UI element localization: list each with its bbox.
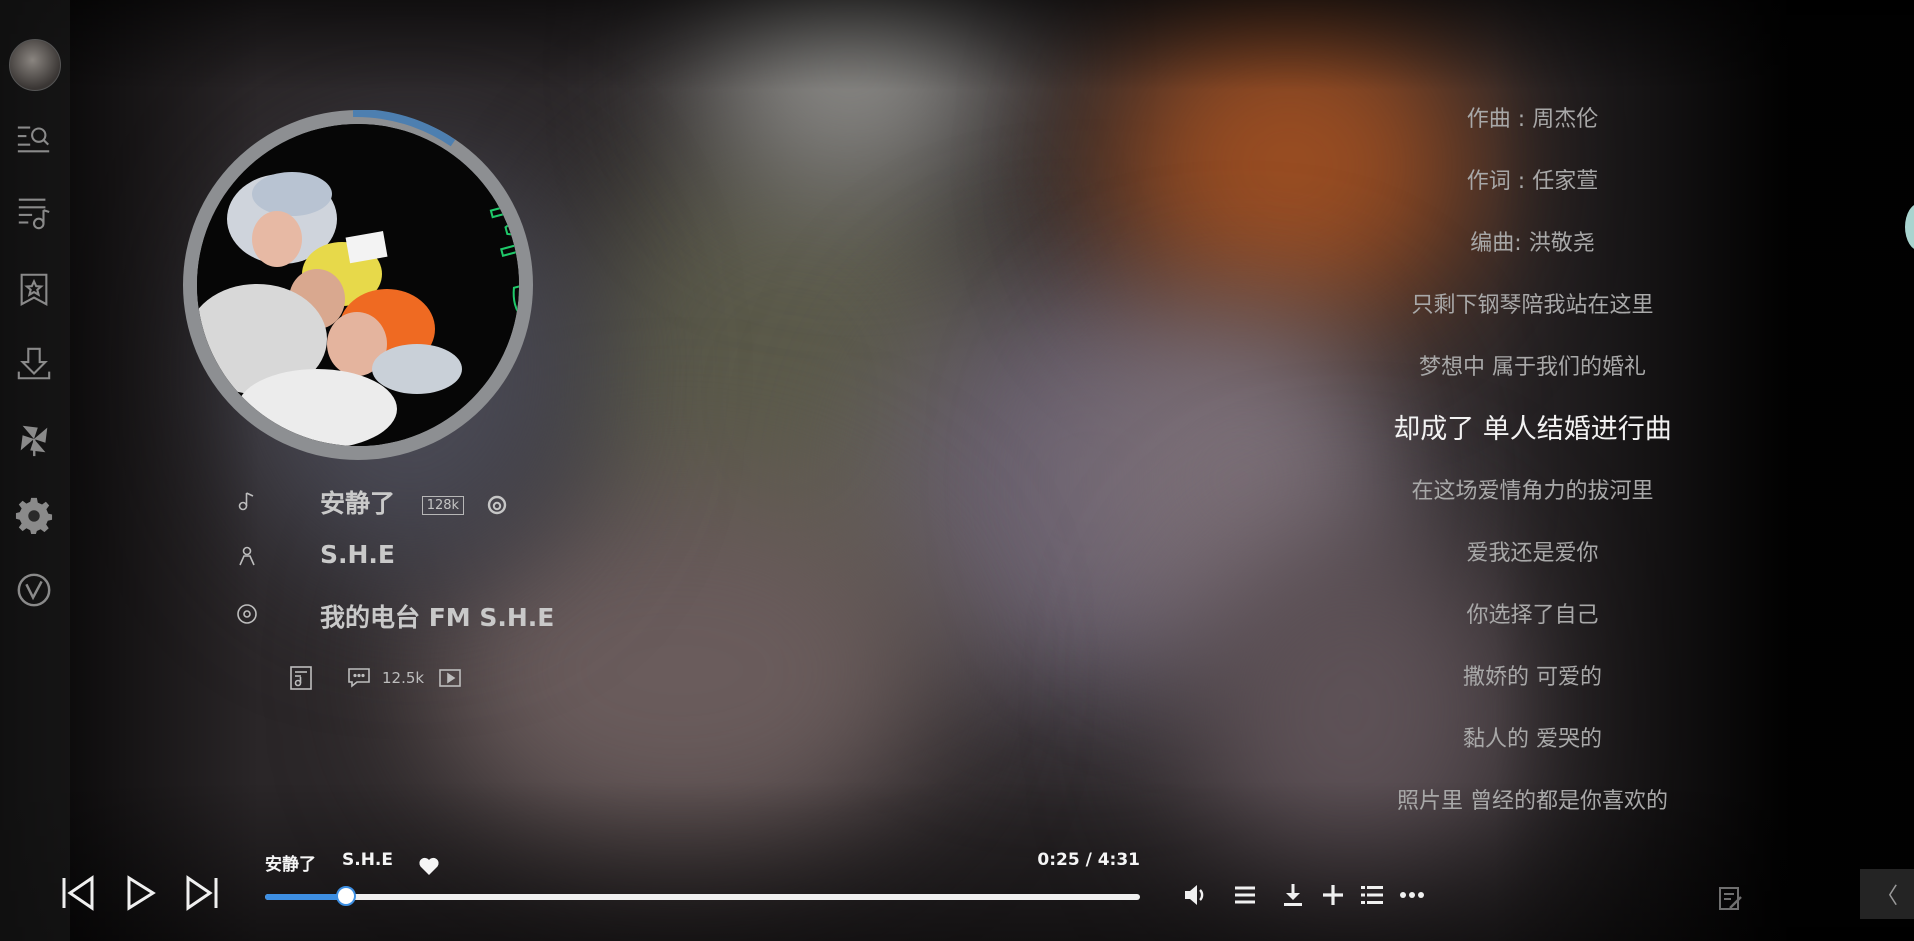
add-icon: [1323, 885, 1343, 905]
playlist-icon[interactable]: [13, 192, 55, 234]
play-button[interactable]: [120, 872, 160, 914]
quality-badge: 128k: [421, 495, 465, 515]
lyric-line[interactable]: 在这场爱情角力的拔河里: [1330, 467, 1735, 529]
pinwheel-icon[interactable]: [13, 418, 55, 460]
menu-icon: [1235, 886, 1255, 904]
lyric-line[interactable]: 只剩下钢琴陪我站在这里: [1330, 281, 1735, 343]
comment-count: 12.5k: [382, 669, 425, 687]
add-button[interactable]: [1318, 880, 1348, 910]
lyric-line[interactable]: 你选择了自己: [1330, 591, 1735, 653]
gear-icon[interactable]: [13, 494, 55, 536]
more-button[interactable]: [1397, 880, 1427, 910]
volume-button[interactable]: [1181, 880, 1211, 910]
now-playing-artist[interactable]: S.H.E: [342, 850, 393, 870]
lyric-line[interactable]: 照片里 曾经的都是你喜欢的: [1330, 777, 1735, 839]
netease-source-icon[interactable]: [487, 495, 507, 515]
progress-bar[interactable]: [265, 886, 1140, 906]
like-heart-icon[interactable]: [417, 854, 441, 878]
playback-time: 0:25 / 4:31: [1037, 850, 1140, 870]
person-icon: [239, 546, 255, 566]
lyrics-panel: 作曲 : 周杰伦 作词 : 任家萱 编曲: 洪敬尧 只剩下钢琴陪我站在这里 梦想…: [1330, 95, 1735, 839]
lyric-line[interactable]: 撒娇的 可爱的: [1330, 653, 1735, 715]
skip-forward-icon: [186, 875, 218, 911]
menu-button[interactable]: [1230, 880, 1260, 910]
lyric-line[interactable]: 作曲 : 周杰伦: [1330, 95, 1735, 157]
comments-button[interactable]: 12.5k: [346, 666, 424, 690]
lyric-line-active[interactable]: 却成了 单人结婚进行曲: [1330, 405, 1735, 467]
comment-icon: [348, 668, 370, 688]
progress-thumb[interactable]: [335, 886, 356, 906]
progress-fill: [265, 894, 346, 900]
video-button[interactable]: [437, 666, 463, 690]
lyric-line[interactable]: 作词 : 任家萱: [1330, 157, 1735, 219]
download-icon: [1284, 884, 1302, 906]
favorites-icon[interactable]: [13, 268, 55, 310]
song-title-row: [236, 490, 258, 512]
previous-button[interactable]: [58, 872, 98, 914]
more-icon: [1400, 892, 1424, 898]
queue-icon: [1361, 886, 1383, 904]
search-list-icon[interactable]: [13, 117, 55, 159]
song-title: 安静了: [320, 489, 396, 518]
album-name[interactable]: 我的电台 FM S.H.E: [320, 598, 554, 634]
v-logo-icon[interactable]: [13, 569, 55, 611]
sheet-music-button[interactable]: [288, 666, 314, 690]
notes-icon[interactable]: [1716, 884, 1744, 912]
artist-name[interactable]: S.H.E: [320, 540, 395, 569]
download-icon[interactable]: [13, 343, 55, 385]
next-button[interactable]: [182, 872, 222, 914]
volume-icon: [1185, 885, 1204, 905]
lyric-line[interactable]: 爱我还是爱你: [1330, 529, 1735, 591]
sidebar: [0, 0, 70, 941]
now-playing-title[interactable]: 安静了: [265, 850, 316, 875]
artist-row: [236, 545, 258, 567]
skip-back-icon: [62, 875, 94, 911]
download-button[interactable]: [1278, 880, 1308, 910]
lyric-line[interactable]: 黏人的 爱哭的: [1330, 715, 1735, 777]
lyric-line[interactable]: 编曲: 洪敬尧: [1330, 219, 1735, 281]
music-note-icon: [238, 492, 254, 511]
lyric-line[interactable]: 梦想中 属于我们的婚礼: [1330, 343, 1735, 405]
song-title-info: 安静了 128k: [320, 484, 507, 520]
queue-button[interactable]: [1357, 880, 1387, 910]
sheet-icon: [290, 666, 312, 690]
album-disc-icon: [237, 604, 257, 624]
chevron-left-icon: 〈: [1875, 884, 1898, 909]
album-row: [236, 603, 258, 625]
collapse-panel-button[interactable]: 〈: [1860, 869, 1914, 919]
album-cover: M S.H.E: [197, 124, 519, 446]
user-avatar[interactable]: [9, 39, 61, 91]
play-icon: [127, 875, 156, 911]
video-icon: [439, 669, 461, 687]
